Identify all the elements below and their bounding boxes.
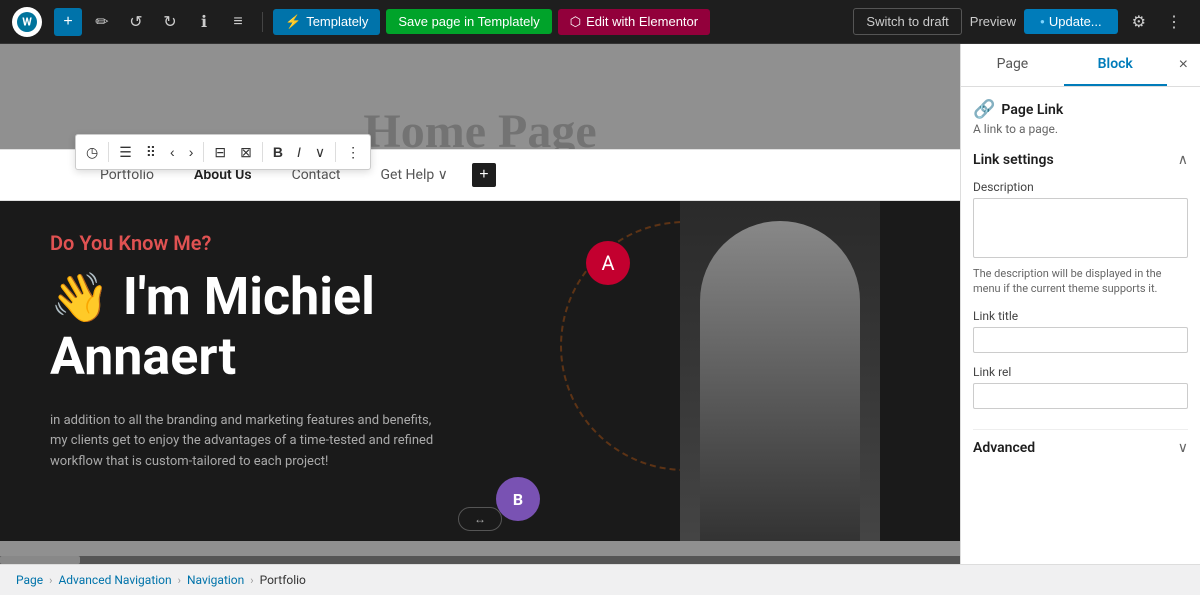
page-link-icon: 🔗 xyxy=(973,99,995,120)
panel-body: 🔗 Page Link A link to a page. Link setti… xyxy=(961,87,1200,564)
toolbar-options-btn[interactable]: ⋮ xyxy=(340,140,366,165)
nav-item-help[interactable]: Get Help ∨ xyxy=(361,167,468,183)
top-bar: + ✏ ↺ ↻ ℹ ≡ ⚡ Templately Save page in Te… xyxy=(0,0,1200,44)
link-rel-label: Link rel xyxy=(973,365,1188,379)
breadcrumb-navigation[interactable]: Navigation xyxy=(187,573,244,587)
link-title-label: Link title xyxy=(973,309,1188,323)
toolbar-info-btn[interactable]: ◷ xyxy=(80,140,104,165)
update-button[interactable]: Update... xyxy=(1024,9,1118,34)
scroll-thumb[interactable] xyxy=(0,556,80,564)
toolbar-unlink-btn[interactable]: ⊠ xyxy=(234,140,258,165)
wp-logo[interactable] xyxy=(12,7,42,37)
description-label: Description xyxy=(973,180,1188,194)
nav-add-button[interactable]: + xyxy=(472,163,496,187)
panel-tabs: Page Block × xyxy=(961,44,1200,87)
switch-draft-button[interactable]: Switch to draft xyxy=(853,8,961,35)
bootstrap-icon: B xyxy=(496,477,540,521)
preview-button[interactable]: Preview xyxy=(970,14,1016,29)
tb-sep-1 xyxy=(108,142,109,162)
person-silhouette xyxy=(700,221,860,541)
toolbar-link-btn[interactable]: ⊟ xyxy=(208,140,232,165)
link-settings-section: Link settings ∧ Description The descript… xyxy=(973,152,1188,421)
toolbar-drag-btn[interactable]: ⠿ xyxy=(140,140,162,165)
link-settings-title: Link settings xyxy=(973,152,1054,168)
bc-sep-1: › xyxy=(49,574,52,587)
edit-elementor-button[interactable]: ⬡ Edit with Elementor xyxy=(558,9,710,35)
tab-block[interactable]: Block xyxy=(1064,44,1167,86)
right-panel: Page Block × 🔗 Page Link A link to a pag… xyxy=(960,44,1200,564)
save-templately-button[interactable]: Save page in Templately xyxy=(386,9,551,34)
templately-button[interactable]: ⚡ Templately xyxy=(273,9,380,35)
tb-sep-3 xyxy=(262,142,263,162)
toolbar-prev-btn[interactable]: ‹ xyxy=(164,140,181,164)
add-button[interactable]: + xyxy=(54,8,82,36)
page-link-title-row: 🔗 Page Link xyxy=(973,99,1188,120)
pencil-button[interactable]: ✏ xyxy=(88,8,116,36)
page-link-section: 🔗 Page Link A link to a page. xyxy=(973,99,1188,136)
panel-close-button[interactable]: × xyxy=(1167,48,1200,82)
undo-button[interactable]: ↺ xyxy=(122,8,150,36)
advanced-label: Advanced xyxy=(973,440,1035,456)
block-toolbar: ◷ ☰ ⠿ ‹ › ⊟ ⊠ B I ∨ ⋮ xyxy=(75,134,371,170)
breadcrumb-advanced-nav[interactable]: Advanced Navigation xyxy=(58,573,171,587)
toolbar-more-btn[interactable]: ∨ xyxy=(309,140,331,165)
horizontal-scrollbar[interactable] xyxy=(0,556,960,564)
bc-sep-2: › xyxy=(178,574,181,587)
hero-name-line2: Annaert xyxy=(50,326,236,387)
expand-advanced-icon[interactable]: ∨ xyxy=(1178,440,1188,456)
link-title-input[interactable] xyxy=(973,327,1188,353)
hero-section: Do You Know Me? 👋 I'm Michiel Annaert in… xyxy=(0,201,960,541)
templately-icon: ⚡ xyxy=(285,14,301,30)
wave-emoji: 👋 xyxy=(50,269,110,326)
elementor-icon: ⬡ xyxy=(570,14,581,30)
top-bar-right: Switch to draft Preview Update... ⚙ ⋮ xyxy=(853,8,1188,36)
main-layout: ◷ ☰ ⠿ ‹ › ⊟ ⊠ B I ∨ ⋮ Home Page Portfoli… xyxy=(0,44,1200,564)
separator-1 xyxy=(262,12,263,32)
info-button[interactable]: ℹ xyxy=(190,8,218,36)
hero-name-line1: I'm Michiel xyxy=(123,266,375,327)
scroll-arrow: ↔ xyxy=(474,512,486,526)
collapse-icon[interactable]: ∧ xyxy=(1178,152,1188,168)
page-canvas: Home Page Portfolio About Us Contact Get… xyxy=(0,44,960,564)
editor-area: ◷ ☰ ⠿ ‹ › ⊟ ⊠ B I ∨ ⋮ Home Page Portfoli… xyxy=(0,44,960,564)
advanced-section: Advanced ∨ xyxy=(973,429,1188,466)
page-link-title: Page Link xyxy=(1001,102,1063,118)
angular-icon: A xyxy=(586,241,630,285)
scroll-indicator[interactable]: ↔ xyxy=(458,507,502,531)
redo-button[interactable]: ↻ xyxy=(156,8,184,36)
settings-button[interactable]: ⚙ xyxy=(1126,8,1152,36)
bc-sep-3: › xyxy=(250,574,253,587)
toolbar-next-btn[interactable]: › xyxy=(183,140,200,164)
hero-description: in addition to all the branding and mark… xyxy=(50,411,450,473)
page-link-desc: A link to a page. xyxy=(973,122,1188,136)
breadcrumb-portfolio: Portfolio xyxy=(260,573,306,587)
toolbar-bold-btn[interactable]: B xyxy=(267,140,289,164)
breadcrumb: Page › Advanced Navigation › Navigation … xyxy=(0,564,1200,595)
tb-sep-2 xyxy=(203,142,204,162)
tb-sep-4 xyxy=(335,142,336,162)
tab-page[interactable]: Page xyxy=(961,44,1064,86)
person-image xyxy=(680,201,880,541)
description-hint: The description will be displayed in the… xyxy=(973,266,1188,297)
link-settings-header: Link settings ∧ xyxy=(973,152,1188,168)
link-rel-input[interactable] xyxy=(973,383,1188,409)
list-button[interactable]: ≡ xyxy=(224,8,252,36)
description-textarea[interactable] xyxy=(973,198,1188,258)
toolbar-list-btn[interactable]: ☰ xyxy=(113,140,138,165)
breadcrumb-page[interactable]: Page xyxy=(16,573,43,587)
wp-logo-icon xyxy=(17,12,37,32)
more-options-button[interactable]: ⋮ xyxy=(1160,8,1188,36)
toolbar-italic-btn[interactable]: I xyxy=(291,140,307,164)
